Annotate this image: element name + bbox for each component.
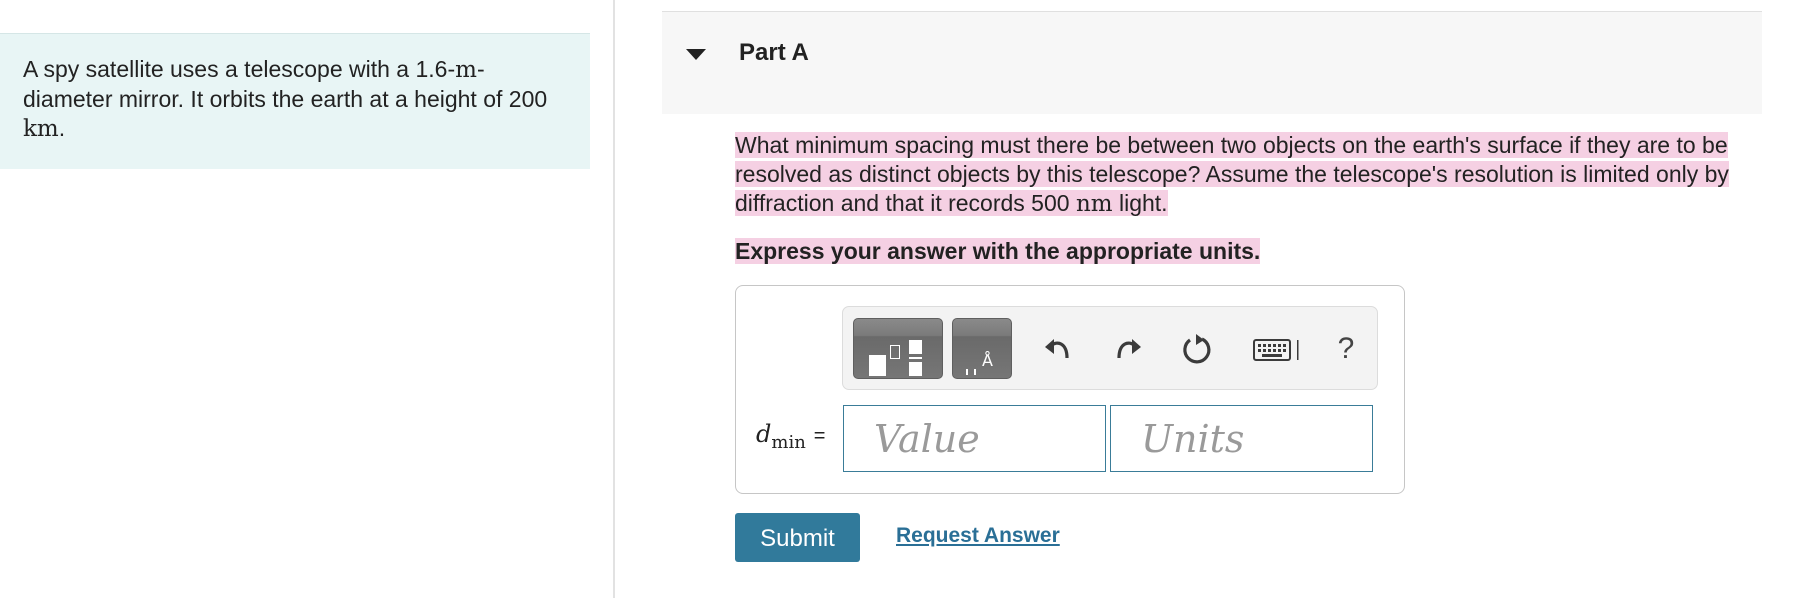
caret-down-icon[interactable] — [686, 49, 706, 60]
question-text: What minimum spacing must there be betwe… — [735, 131, 1765, 219]
undo-svg — [1045, 339, 1069, 359]
help-icon[interactable]: ? — [1328, 331, 1364, 367]
answer-box: Å ? dmin = Value Units — [735, 285, 1405, 494]
keyboard-icon[interactable] — [1253, 331, 1303, 367]
units-symbol-icon[interactable]: Å — [952, 318, 1012, 379]
templates-icon[interactable] — [853, 318, 943, 379]
math-toolbar: Å ? — [842, 306, 1378, 390]
unit-kilometer: km — [23, 116, 59, 142]
part-header[interactable]: Part A — [662, 11, 1762, 114]
redo-svg — [1117, 339, 1141, 359]
variable-symbol: d — [756, 420, 772, 448]
question-highlight: What minimum spacing must there be betwe… — [735, 132, 1729, 217]
problem-statement: A spy satellite uses a telescope with a … — [0, 33, 590, 169]
question-end: light. — [1112, 190, 1168, 216]
answer-instruction: Express your answer with the appropriate… — [735, 237, 1261, 266]
part-title: Part A — [739, 39, 809, 66]
help-glyph: ? — [1337, 332, 1355, 365]
units-input[interactable] — [1110, 405, 1373, 472]
templates-glyph-numerator — [909, 340, 922, 354]
submit-button[interactable]: Submit — [735, 513, 860, 562]
value-input[interactable] — [843, 405, 1106, 472]
page: A spy satellite uses a telescope with a … — [0, 0, 1802, 598]
answer-variable: dmin = — [756, 420, 826, 453]
templates-glyph-base — [869, 355, 886, 376]
question-main: What minimum spacing must there be betwe… — [735, 132, 1729, 216]
templates-glyph-box — [890, 345, 900, 359]
unit-meter: m — [455, 57, 477, 83]
redo-icon[interactable] — [1110, 331, 1146, 367]
templates-glyph-bar — [909, 357, 922, 359]
unit-nanometer: nm — [1075, 191, 1113, 217]
reset-svg — [1183, 334, 1211, 364]
undo-icon[interactable] — [1040, 331, 1076, 367]
instruction-text: Express your answer with the appropriate… — [735, 238, 1261, 264]
angstrom-glyph: Å — [982, 351, 993, 370]
equals-sign: = — [813, 425, 826, 447]
units-glyph-ticks — [966, 369, 976, 375]
keyboard-svg — [1253, 339, 1299, 361]
templates-glyph-denominator — [909, 362, 922, 376]
reset-icon[interactable] — [1179, 331, 1215, 367]
problem-text-1: A spy satellite uses a telescope with a … — [23, 56, 456, 82]
request-answer-link[interactable]: Request Answer — [896, 524, 1060, 548]
problem-text-3: . — [58, 115, 66, 141]
panel-divider — [613, 0, 615, 598]
variable-subscript: min — [771, 432, 806, 453]
